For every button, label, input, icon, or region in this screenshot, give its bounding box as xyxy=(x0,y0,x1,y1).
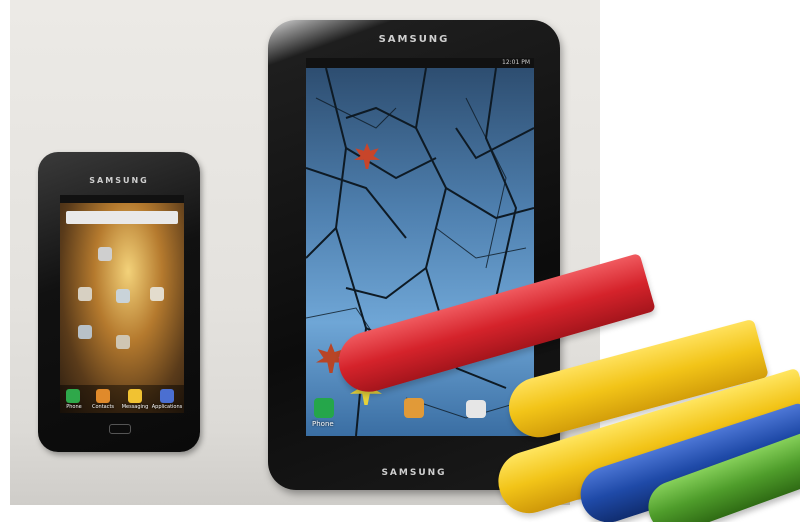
phone-brand-logo: SAMSUNG xyxy=(89,176,149,185)
tree-branches-silhouette xyxy=(306,68,534,436)
phone-app-icon xyxy=(78,325,92,339)
phone-app-icon xyxy=(116,335,130,349)
phone-dock-label-contacts: Contacts xyxy=(91,404,115,410)
phone-app-icon xyxy=(98,247,112,261)
phone-dock-contacts-icon xyxy=(96,389,110,403)
tablet-dock-messaging-icon xyxy=(466,400,486,418)
phone-screen: Phone Contacts Messaging Applications xyxy=(60,195,184,413)
phone-dock: Phone Contacts Messaging Applications xyxy=(60,385,184,413)
phone-dock-label-applications: Applications xyxy=(151,404,183,410)
phone-dock-phone-icon xyxy=(66,389,80,403)
tablet-dock-label-phone: Phone xyxy=(312,420,334,428)
tablet-brand-logo-top: SAMSUNG xyxy=(378,34,450,45)
phone-app-icon xyxy=(78,287,92,301)
phone-search-bar xyxy=(66,211,178,224)
phone-app-icon xyxy=(150,287,164,301)
phone-dock-applications-icon xyxy=(160,389,174,403)
tablet-status-time: 12:01 PM xyxy=(502,59,530,66)
phone-app-icon xyxy=(116,289,130,303)
phone-dock-messaging-icon xyxy=(128,389,142,403)
phone-home-button xyxy=(109,424,131,434)
tablet-dock-contacts-icon xyxy=(404,398,424,418)
photo-scene: SAMSUNG Phone Contacts Messaging Applica… xyxy=(0,0,800,522)
tablet-dock-phone-icon xyxy=(314,398,334,418)
phone-status-bar xyxy=(60,195,184,203)
phone-dock-label-phone: Phone xyxy=(66,404,82,410)
tablet-status-bar: 12:01 PM xyxy=(306,58,534,68)
tablet-screen: 12:01 PM Phone xyxy=(306,58,534,436)
phone-dock-label-messaging: Messaging xyxy=(121,404,149,410)
smartphone: SAMSUNG Phone Contacts Messaging Applica… xyxy=(38,152,200,452)
